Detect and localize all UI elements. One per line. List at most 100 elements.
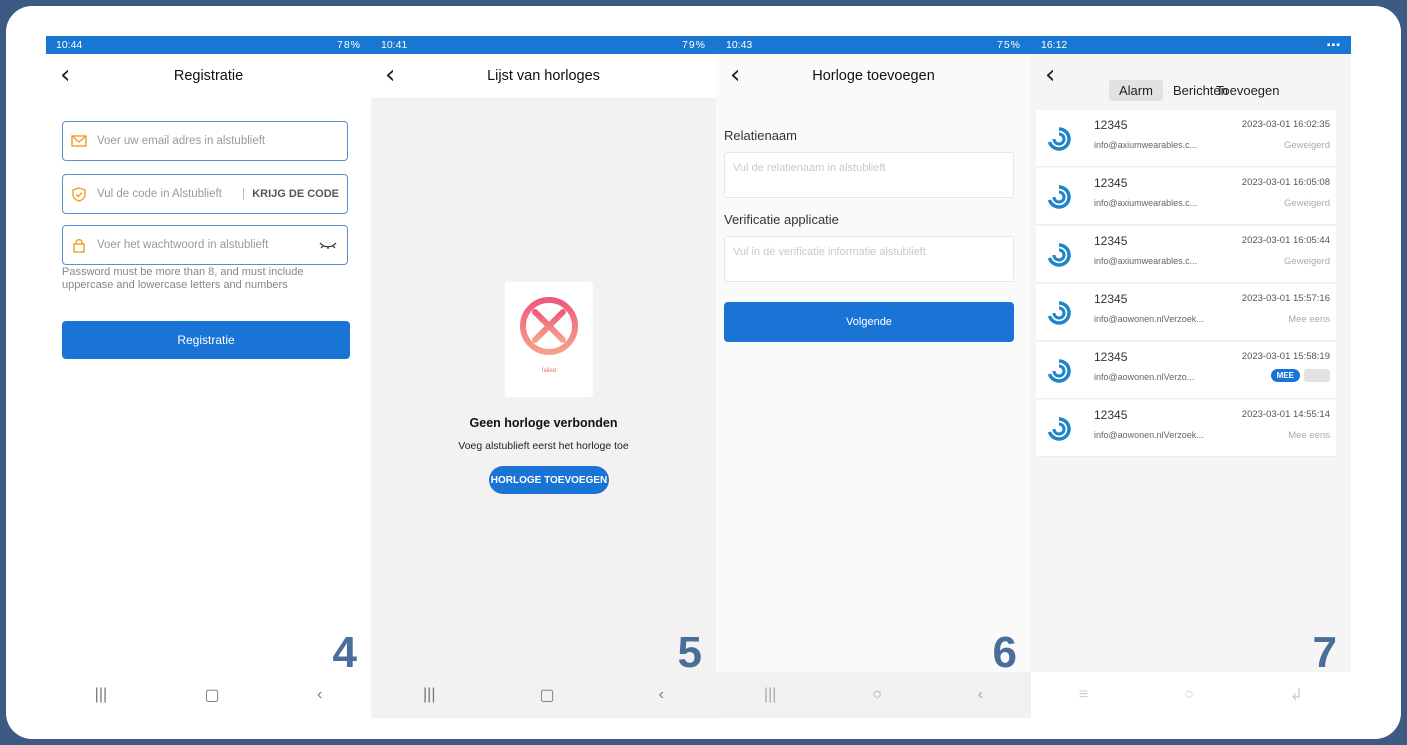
code-field[interactable]: Vul de code in Alstublieft KRIJG DE CODE (62, 174, 348, 214)
recent-apps-icon[interactable]: ||| (423, 686, 435, 704)
page-title: Registratie (173, 68, 244, 84)
message-date: 2023-03-01 15:58:19 (1241, 351, 1330, 362)
reject-button[interactable] (1304, 369, 1330, 382)
lock-icon (71, 238, 87, 253)
message-status: Geweigerd (1284, 140, 1330, 151)
recent-apps-icon[interactable]: ≡ (1079, 686, 1088, 704)
message-date: 2023-03-01 16:02:35 (1241, 119, 1330, 130)
back-icon[interactable]: ‹ (1045, 62, 1055, 88)
tab-alarm[interactable]: Alarm (1109, 80, 1163, 101)
home-icon[interactable]: ▢ (539, 685, 554, 705)
step-number: 4 (332, 628, 357, 677)
app-bar: ‹ Lijst van horloges (371, 54, 716, 98)
recent-apps-icon[interactable]: ||| (95, 686, 107, 704)
swirl-avatar-icon (1044, 124, 1074, 154)
app-bar: ‹ Registratie (46, 54, 371, 98)
nav-back-icon[interactable]: ‹ (317, 686, 322, 704)
accept-button[interactable]: MEE (1270, 369, 1300, 382)
step-number: 6 (992, 628, 1017, 677)
failed-x-icon (520, 297, 578, 355)
shield-icon (71, 186, 87, 202)
tab-bar: Alarm Berichten Toevoegen (1109, 80, 1290, 101)
message-sender: 12345 (1094, 350, 1128, 364)
nav-back-icon[interactable]: ‹ (978, 686, 983, 704)
email-placeholder: Voer uw email adres in alstublieft (97, 135, 266, 147)
status-battery: 78% (336, 39, 361, 51)
home-icon[interactable]: ○ (872, 686, 882, 704)
get-code-button[interactable]: KRIJG DE CODE (243, 188, 339, 200)
step-number: 7 (1312, 628, 1337, 677)
recent-apps-icon[interactable]: ||| (764, 686, 776, 704)
swirl-avatar-icon (1044, 182, 1074, 212)
empty-state-subtitle: Voeg alstublieft eerst het horloge toe (458, 440, 629, 452)
nav-back-icon[interactable]: ‹ (659, 686, 664, 704)
message-email: info@aowonen.nlVerzo... (1094, 372, 1195, 382)
status-time: 10:44 (56, 39, 83, 51)
status-bar: 10:44 78% (46, 36, 371, 54)
phone-registration: 10:44 78% ‹ Registratie Voer uw email ad… (46, 36, 371, 718)
nav-back-icon[interactable]: ↲ (1290, 685, 1303, 705)
message-email: info@axiumwearables.c... (1094, 140, 1198, 150)
message-status: Mee eens (1288, 430, 1330, 441)
collage-frame: 10:44 78% ‹ Registratie Voer uw email ad… (6, 6, 1401, 739)
message-status: Geweigerd (1284, 198, 1330, 209)
add-watch-button[interactable]: HORLOGE TOEVOEGEN (489, 466, 609, 494)
status-battery: 79% (681, 39, 706, 51)
status-icons: ▪▪▪ (1326, 39, 1341, 51)
message-row[interactable]: 12345 2023-03-01 16:02:35 info@axiumwear… (1036, 110, 1336, 167)
back-icon[interactable]: ‹ (730, 62, 740, 88)
message-email: info@aowonen.nlVerzoek... (1094, 314, 1204, 324)
code-placeholder: Vul de code in Alstublieft (97, 188, 222, 200)
relation-label: Relatienaam (724, 128, 797, 143)
message-sender: 12345 (1094, 234, 1128, 248)
eye-closed-icon[interactable] (319, 238, 337, 252)
step-number: 5 (677, 628, 702, 677)
password-field[interactable]: Voer het wachtwoord in alstublieft (62, 225, 348, 265)
empty-state-title: Geen horloge verbonden (469, 416, 618, 430)
message-status: Mee eens (1288, 314, 1330, 325)
home-icon[interactable]: ○ (1184, 686, 1194, 704)
system-nav-bar: ≡ ○ ↲ (1031, 672, 1351, 718)
failed-text: failed (541, 368, 557, 374)
register-button[interactable]: Registratie (62, 321, 350, 359)
message-date: 2023-03-01 16:05:08 (1241, 177, 1330, 188)
verification-input[interactable]: Vul in de verificatie informatie alstubl… (724, 236, 1014, 282)
message-row[interactable]: 12345 2023-03-01 16:05:08 info@axiumwear… (1036, 168, 1336, 225)
back-icon[interactable]: ‹ (385, 62, 395, 88)
tab-add[interactable]: Toevoegen (1216, 80, 1290, 101)
message-sender: 12345 (1094, 292, 1128, 306)
status-bar: 10:41 79% (371, 36, 716, 54)
phone-watch-list: 10:41 79% ‹ Lijst van horloges failed Ge… (371, 36, 716, 718)
message-email: info@aowonen.nlVerzoek... (1094, 430, 1204, 440)
status-bar: 10:43 75% (716, 36, 1031, 54)
status-time: 10:41 (381, 39, 408, 51)
back-icon[interactable]: ‹ (60, 62, 70, 88)
system-nav-bar: ||| ○ ‹ (716, 672, 1031, 718)
message-row[interactable]: 12345 2023-03-01 16:05:44 info@axiumwear… (1036, 226, 1336, 283)
verification-label: Verificatie applicatie (724, 212, 839, 227)
swirl-avatar-icon (1044, 356, 1074, 386)
message-row[interactable]: 12345 2023-03-01 14:55:14 info@aowonen.n… (1036, 400, 1336, 457)
status-battery: 75% (996, 39, 1021, 51)
page-title: Lijst van horloges (487, 68, 600, 84)
swirl-avatar-icon (1044, 298, 1074, 328)
message-row[interactable]: 12345 2023-03-01 15:57:16 info@aowonen.n… (1036, 284, 1336, 341)
system-nav-bar: ||| ▢ ‹ (46, 672, 371, 718)
status-time: 16:12 (1041, 39, 1068, 51)
envelope-icon (71, 134, 87, 148)
swirl-avatar-icon (1044, 414, 1074, 444)
message-sender: 12345 (1094, 408, 1128, 422)
relation-input[interactable]: Vul de relatienaam in alstublieft (724, 152, 1014, 198)
page-title: Horloge toevoegen (812, 68, 935, 84)
message-row[interactable]: 12345 2023-03-01 15:58:19 info@aowonen.n… (1036, 342, 1336, 399)
failed-illustration: failed (505, 282, 593, 397)
message-date: 2023-03-01 15:57:16 (1241, 293, 1330, 304)
message-date: 2023-03-01 14:55:14 (1241, 409, 1330, 420)
system-nav-bar: ||| ▢ ‹ (371, 672, 716, 718)
next-button[interactable]: Volgende (724, 302, 1014, 342)
password-hint: Password must be more than 8, and must i… (62, 266, 304, 291)
phone-add-watch: 10:43 75% ‹ Horloge toevoegen Relatienaa… (716, 36, 1031, 718)
message-sender: 12345 (1094, 176, 1128, 190)
home-icon[interactable]: ▢ (205, 685, 220, 705)
email-field[interactable]: Voer uw email adres in alstublieft (62, 121, 348, 161)
